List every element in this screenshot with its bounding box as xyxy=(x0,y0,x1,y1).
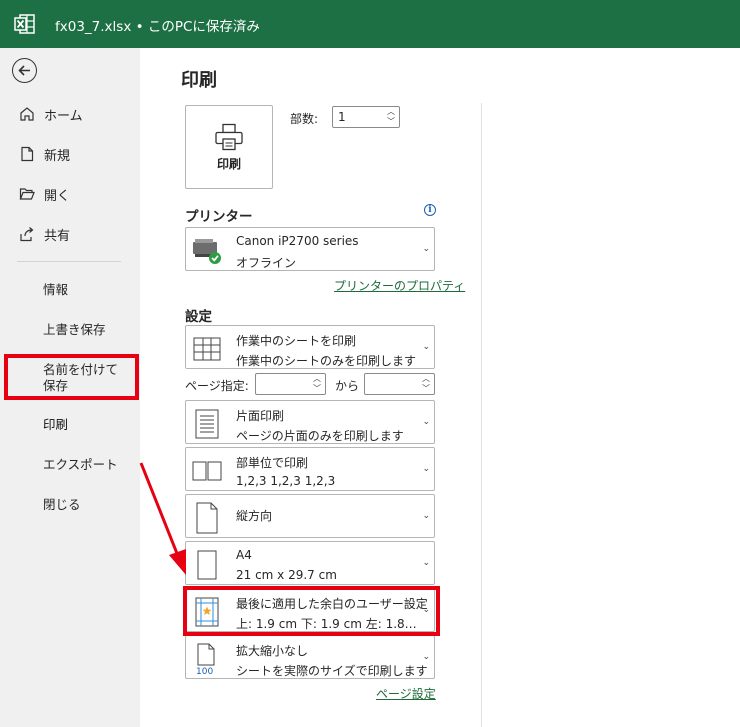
nav-export[interactable]: エクスポート xyxy=(43,457,118,473)
collate-desc: 1,2,3 1,2,3 1,2,3 xyxy=(236,474,336,488)
collate-title: 部単位で印刷 xyxy=(236,456,309,470)
copies-spinner[interactable]: ︿ ﹀ xyxy=(385,107,397,127)
nav-close[interactable]: 閉じる xyxy=(43,497,81,513)
spin-down-icon[interactable]: ﹀ xyxy=(422,385,430,393)
chevron-down-icon: ⌄ xyxy=(422,652,430,662)
margins-highlight-box xyxy=(183,586,440,636)
print-what-desc: 作業中のシートのみを印刷します xyxy=(236,354,417,368)
chevron-down-icon: ⌄ xyxy=(422,417,430,427)
spin-up-icon[interactable]: ︿ xyxy=(422,375,430,383)
page-range-to-label: から xyxy=(335,379,360,393)
spin-up-icon[interactable]: ︿ xyxy=(313,375,321,383)
nav-print[interactable]: 印刷 xyxy=(43,417,68,433)
page-from-spinner[interactable]: ︿ ﹀ xyxy=(311,374,323,394)
chevron-down-icon: ⌄ xyxy=(422,244,430,254)
print-what-title: 作業中のシートを印刷 xyxy=(236,334,357,348)
spin-up-icon[interactable]: ︿ xyxy=(387,108,395,116)
nav-home-label: ホーム xyxy=(44,108,83,124)
page-title: 印刷 xyxy=(181,70,217,91)
settings-heading: 設定 xyxy=(185,309,212,325)
nav-new-label: 新規 xyxy=(44,148,71,164)
page-to-input[interactable]: ︿ ﹀ xyxy=(364,373,435,395)
copies-input[interactable]: 1 ︿ ﹀ xyxy=(332,106,400,128)
collate-dropdown[interactable]: 部単位で印刷 1,2,3 1,2,3 1,2,3 ⌄ xyxy=(185,447,435,491)
print-button[interactable]: 印刷 xyxy=(185,105,273,189)
printer-name: Canon iP2700 series xyxy=(236,234,359,248)
document-title: fx03_7.xlsx • このPCに保存済み xyxy=(55,19,260,35)
nav-home[interactable]: ホーム xyxy=(0,104,140,124)
paper-size-icon xyxy=(191,548,223,582)
scaling-desc: シートを実際のサイズで印刷します xyxy=(236,664,428,678)
nav-save[interactable]: 上書き保存 xyxy=(43,322,106,338)
spin-down-icon[interactable]: ﹀ xyxy=(313,385,321,393)
copies-label: 部数: xyxy=(290,112,319,126)
paper-size-title: A4 xyxy=(236,548,252,562)
chevron-down-icon: ⌄ xyxy=(422,511,430,521)
arrow-left-icon xyxy=(18,65,30,76)
chevron-down-icon: ⌄ xyxy=(422,342,430,352)
paper-size-dropdown[interactable]: A4 21 cm x 29.7 cm ⌄ xyxy=(185,541,435,585)
no-scaling-icon: 100 xyxy=(191,642,223,676)
excel-logo-icon xyxy=(14,14,35,34)
print-what-dropdown[interactable]: 作業中のシートを印刷 作業中のシートのみを印刷します ⌄ xyxy=(185,325,435,369)
nav-share[interactable]: 共有 xyxy=(0,224,140,244)
one-sided-page-icon xyxy=(191,407,223,441)
sidebar-divider xyxy=(17,261,121,262)
nav-open-label: 開く xyxy=(44,188,71,204)
printer-status: オフライン xyxy=(236,256,297,270)
paper-size-desc: 21 cm x 29.7 cm xyxy=(236,568,337,582)
printer-dropdown[interactable]: Canon iP2700 series オフライン ⌄ xyxy=(185,227,435,271)
sides-desc: ページの片面のみを印刷します xyxy=(236,429,404,443)
printer-device-icon xyxy=(191,234,223,268)
sides-title: 片面印刷 xyxy=(236,409,285,423)
nav-new[interactable]: 新規 xyxy=(0,144,140,164)
printer-heading: プリンター xyxy=(185,209,253,225)
nav-info[interactable]: 情報 xyxy=(43,282,68,298)
chevron-down-icon: ⌄ xyxy=(422,558,430,568)
share-icon xyxy=(17,224,37,244)
scaling-title: 拡大縮小なし xyxy=(236,644,309,658)
chevron-down-icon: ⌄ xyxy=(422,464,430,474)
excel-backstage-print: fx03_7.xlsx • このPCに保存済み ホーム 新規 開く 共有 情報 … xyxy=(0,0,740,727)
print-highlight-box xyxy=(4,354,139,400)
page-range-label: ページ指定: xyxy=(185,379,249,393)
print-button-label: 印刷 xyxy=(216,156,241,171)
copies-value: 1 xyxy=(338,110,346,124)
folder-open-icon xyxy=(17,184,37,204)
portrait-page-icon xyxy=(191,501,223,535)
scaling-dropdown[interactable]: 100 拡大縮小なし シートを実際のサイズで印刷します ⌄ xyxy=(185,635,435,679)
new-document-icon xyxy=(17,144,37,164)
preview-divider xyxy=(481,103,482,727)
collated-pages-icon xyxy=(191,454,223,488)
home-icon xyxy=(17,104,37,124)
page-from-input[interactable]: ︿ ﹀ xyxy=(255,373,326,395)
spin-down-icon[interactable]: ﹀ xyxy=(387,118,395,126)
orientation-dropdown[interactable]: 縦方向 ⌄ xyxy=(185,494,435,538)
svg-text:100: 100 xyxy=(196,667,213,675)
page-setup-link[interactable]: ページ設定 xyxy=(376,685,436,702)
printer-properties-link[interactable]: プリンターのプロパティ xyxy=(334,277,465,294)
back-button[interactable] xyxy=(12,58,37,83)
nav-share-label: 共有 xyxy=(44,228,71,244)
sides-dropdown[interactable]: 片面印刷 ページの片面のみを印刷します ⌄ xyxy=(185,400,435,444)
info-icon[interactable]: i xyxy=(424,204,436,216)
title-bar: fx03_7.xlsx • このPCに保存済み xyxy=(0,0,740,48)
page-to-spinner[interactable]: ︿ ﹀ xyxy=(420,374,432,394)
orientation-title: 縦方向 xyxy=(236,509,273,523)
nav-open[interactable]: 開く xyxy=(0,184,140,204)
printer-icon xyxy=(215,123,243,150)
sheet-grid-icon xyxy=(191,332,223,366)
